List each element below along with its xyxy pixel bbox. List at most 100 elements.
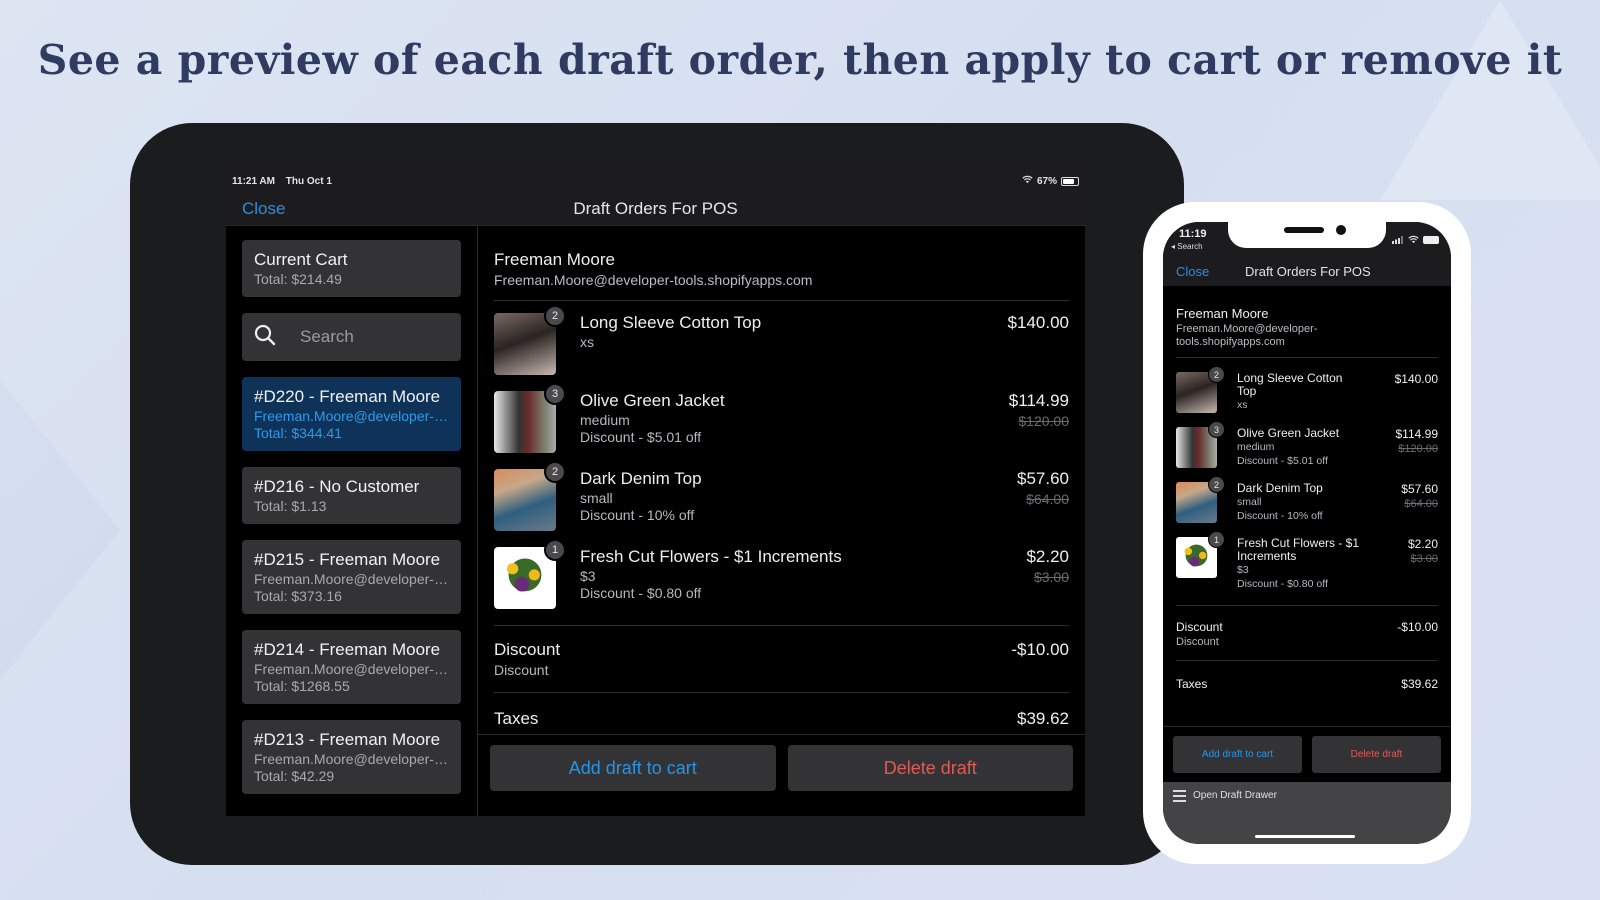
item-discount: Discount - $5.01 off (1237, 455, 1328, 467)
item-name: Fresh Cut Flowers - $1 Increments (1237, 536, 1360, 563)
product-image: 2 (1176, 366, 1225, 413)
delete-draft-button[interactable]: Delete draft (787, 745, 1073, 791)
phone-draft-detail[interactable]: Freeman Moore Freeman.Moore@developer-to… (1163, 286, 1451, 726)
drawer-label: Open Draft Drawer (1193, 790, 1277, 801)
action-bar: Add draft to cart Delete draft (478, 734, 1085, 816)
nav-bar: Close Draft Orders For POS (226, 192, 1085, 226)
current-cart-total: Total: $214.49 (254, 271, 342, 287)
status-bar: 11:21 AM Thu Oct 1 67% (226, 170, 1085, 192)
signal-icon (1392, 231, 1404, 249)
item-variant: xs (580, 334, 594, 350)
product-image: 1 (494, 539, 566, 609)
ipad-device: 11:21 AM Thu Oct 1 67% Close Draft Order… (130, 123, 1184, 865)
draft-title: #D214 - Freeman Moore (254, 640, 441, 659)
divider (494, 692, 1069, 693)
item-variant: small (580, 490, 613, 506)
item-name: Dark Denim Top (580, 469, 702, 488)
product-image: 3 (494, 383, 566, 453)
item-price: $140.00 (1007, 313, 1069, 332)
draft-card-selected[interactable]: #D220 - Freeman Moore Freeman.Moore@deve… (242, 377, 461, 451)
phone-screen: 11:19 ◂ Search Close Draft Orders For PO… (1163, 222, 1451, 844)
item-name: Olive Green Jacket (1237, 426, 1340, 440)
divider (1176, 660, 1438, 661)
phone-status-time: 11:19 (1179, 228, 1207, 240)
item-name: Fresh Cut Flowers - $1 Increments (580, 547, 842, 566)
draft-detail-scroll[interactable]: Freeman Moore Freeman.Moore@developer-to… (478, 226, 1085, 734)
draft-email: Freeman.Moore@developer-t... (254, 661, 449, 677)
item-name: Dark Denim Top (1237, 481, 1323, 495)
taxes-label: Taxes (494, 709, 539, 728)
search-input[interactable] (300, 327, 440, 347)
item-original-price: $120.00 (1398, 443, 1438, 455)
quantity-badge: 2 (1208, 476, 1225, 493)
menu-icon (1173, 790, 1186, 805)
open-draft-drawer-button[interactable]: Open Draft Drawer (1163, 782, 1451, 844)
discount-sub: Discount (1176, 636, 1219, 648)
draft-card[interactable]: #D213 - Freeman Moore Freeman.Moore@deve… (242, 720, 461, 794)
item-price: $114.99 (1395, 427, 1439, 441)
add-draft-to-cart-button[interactable]: Add draft to cart (1173, 736, 1302, 773)
search-box[interactable] (242, 313, 461, 361)
divider (494, 300, 1069, 301)
draft-card[interactable]: #D214 - Freeman Moore Freeman.Moore@deve… (242, 630, 461, 704)
add-draft-to-cart-button[interactable]: Add draft to cart (490, 745, 776, 791)
discount-row: Discount Discount -$10.00 (1176, 620, 1438, 648)
wifi-icon (1022, 175, 1033, 187)
item-discount: Discount - $5.01 off (580, 429, 702, 445)
product-image: 1 (1176, 531, 1225, 578)
quantity-badge: 3 (1208, 421, 1225, 438)
draft-total: Total: $344.41 (254, 425, 342, 441)
divider (1176, 357, 1438, 358)
item-price: $2.20 (1407, 537, 1438, 551)
customer-name: Freeman Moore (494, 250, 615, 269)
back-to-search-link[interactable]: ◂ Search (1171, 242, 1203, 251)
draft-total: Total: $42.29 (254, 768, 335, 784)
discount-label: Discount (494, 640, 561, 659)
product-image: 2 (494, 305, 566, 375)
customer-email: Freeman.Moore@developer-tools.shopifyapp… (1176, 323, 1318, 348)
item-original-price: $120.00 (1018, 413, 1069, 429)
nav-title: Draft Orders For POS (573, 198, 738, 218)
product-image: 2 (1176, 476, 1225, 523)
taxes-row: Taxes $39.62 (494, 709, 1069, 729)
line-item: 2 Long Sleeve Cotton Top xs $140.00 (494, 305, 1069, 375)
quantity-badge: 2 (1208, 366, 1225, 383)
delete-draft-button[interactable]: Delete draft (1312, 736, 1441, 773)
close-button[interactable]: Close (1176, 264, 1209, 279)
background-shape (0, 380, 120, 680)
divider (1176, 605, 1438, 606)
item-discount: Discount - 10% off (1237, 510, 1323, 522)
current-cart-card[interactable]: Current Cart Total: $214.49 (242, 240, 461, 297)
taxes-value: $39.62 (1401, 677, 1438, 691)
discount-row: Discount Discount -$10.00 (494, 640, 1069, 678)
close-button[interactable]: Close (242, 199, 285, 219)
search-icon (254, 324, 276, 351)
battery-icon (1423, 236, 1439, 244)
battery-icon (1061, 176, 1079, 186)
item-variant: medium (1237, 441, 1275, 453)
item-original-price: $64.00 (1026, 491, 1069, 507)
customer-email: Freeman.Moore@developer-tools.shopifyapp… (494, 272, 813, 288)
status-time: 11:21 AM (232, 175, 275, 187)
draft-title: #D216 - No Customer (254, 477, 420, 496)
discount-value: -$10.00 (1011, 640, 1069, 659)
item-variant: xs (1237, 399, 1248, 411)
item-original-price: $3.00 (1033, 569, 1069, 585)
home-indicator (1255, 835, 1355, 838)
line-item: 3 Olive Green Jacket medium Discount - $… (494, 383, 1069, 453)
draft-card[interactable]: #D215 - Freeman Moore Freeman.Moore@deve… (242, 540, 461, 614)
line-item: 1 Fresh Cut Flowers - $1 Increments $3 D… (494, 539, 1069, 609)
quantity-badge: 1 (1208, 531, 1225, 548)
item-price: $57.60 (1017, 469, 1069, 488)
nav-title: Draft Orders For POS (1245, 263, 1371, 279)
draft-card[interactable]: #D216 - No Customer Total: $1.13 (242, 467, 461, 524)
quantity-badge: 1 (544, 539, 566, 561)
ipad-screen: 11:21 AM Thu Oct 1 67% Close Draft Order… (226, 170, 1085, 816)
draft-title: #D220 - Freeman Moore (254, 387, 441, 406)
draft-title: #D213 - Freeman Moore (254, 730, 441, 749)
product-image: 2 (494, 461, 566, 531)
draft-email: Freeman.Moore@developer-t... (254, 751, 449, 767)
draft-total: Total: $1.13 (254, 498, 327, 514)
item-price: $2.20 (1026, 547, 1069, 566)
headline: See a preview of each draft order, then … (37, 36, 1563, 84)
